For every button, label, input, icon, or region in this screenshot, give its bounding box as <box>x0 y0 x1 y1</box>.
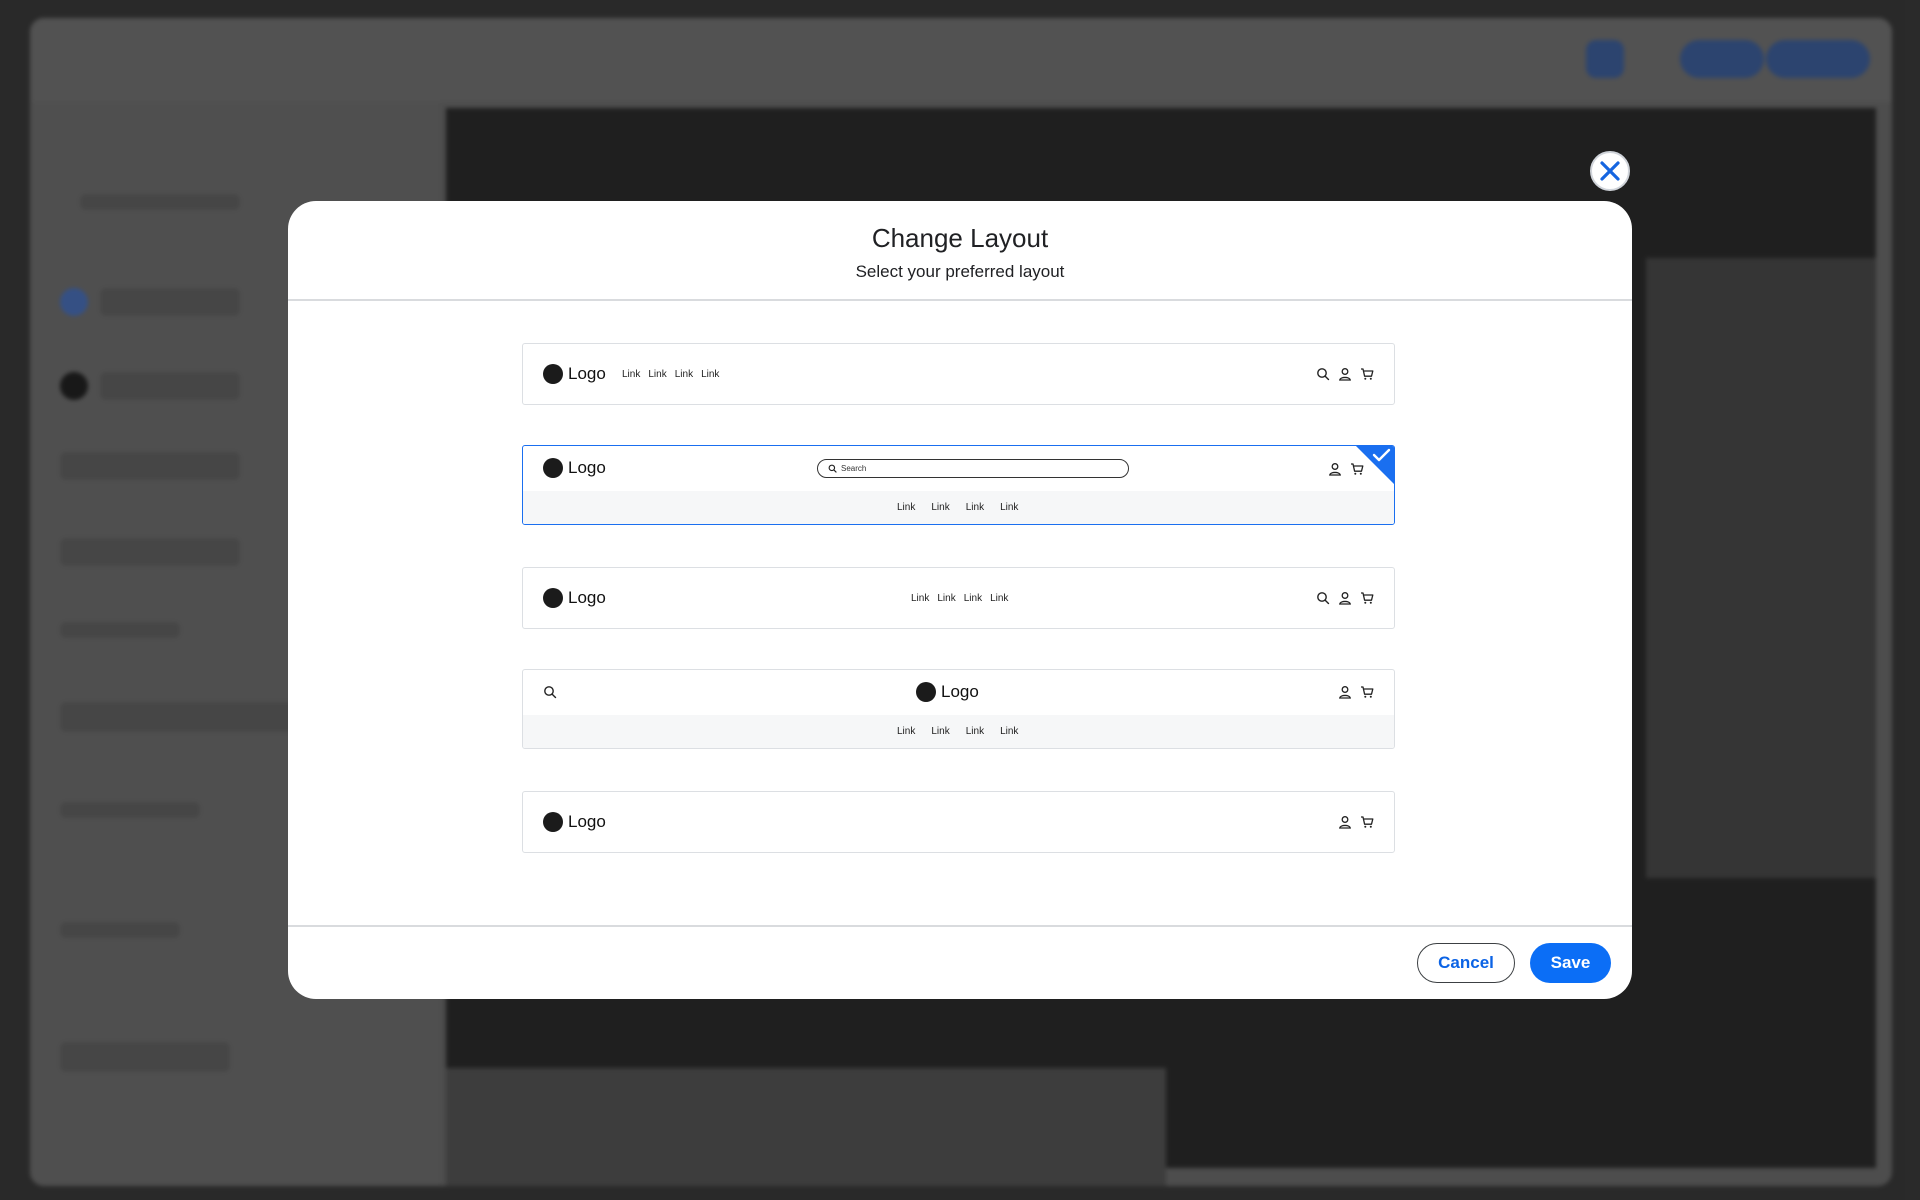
search-icon <box>1316 591 1330 605</box>
layout-option-5[interactable]: Logo <box>522 791 1395 853</box>
nav-links: Link Link Link Link <box>897 502 1018 513</box>
logo: Logo <box>543 588 606 608</box>
logo-mark-icon <box>543 364 563 384</box>
search-icon <box>1316 367 1330 381</box>
nav-link: Link <box>965 502 985 513</box>
nav-link: Link <box>897 726 916 737</box>
search-icon <box>828 464 837 473</box>
change-layout-modal: Change Layout Select your preferred layo… <box>288 201 1632 999</box>
nav-link: Link <box>963 593 983 604</box>
logo-mark-icon <box>543 588 563 608</box>
header-left-icons <box>543 685 557 699</box>
logo: Logo <box>543 364 606 384</box>
nav-links: Link Link Link Link <box>911 593 1008 604</box>
header-icons <box>1316 591 1374 605</box>
logo-mark-icon <box>916 682 936 702</box>
nav-link: Link <box>1000 726 1019 737</box>
modal-subtitle: Select your preferred layout <box>855 262 1065 281</box>
search-field: Search <box>817 459 1129 478</box>
nav-link: Link <box>1000 502 1019 513</box>
layout-option-2[interactable]: Logo Search Link Link Link Link <box>522 445 1395 525</box>
nav-link: Link <box>990 593 1009 604</box>
nav-link: Link <box>937 593 956 604</box>
user-icon <box>1338 367 1352 381</box>
search-placeholder: Search <box>841 464 867 473</box>
logo: Logo <box>543 458 606 478</box>
nav-link: Link <box>931 726 950 737</box>
nav-link: Link <box>648 369 667 380</box>
modal-title: Change Layout <box>871 223 1049 253</box>
cancel-button[interactable]: Cancel <box>1417 943 1515 983</box>
user-icon <box>1338 685 1352 699</box>
header-icons <box>1338 685 1374 699</box>
nav-link: Link <box>674 369 694 380</box>
layout-options: Logo Link Link Link Link Logo Search Lin… <box>288 301 1632 927</box>
modal-footer: Cancel Save <box>288 927 1632 999</box>
selected-check-icon <box>1356 446 1394 484</box>
modal-header: Change Layout Select your preferred layo… <box>288 201 1632 301</box>
user-icon <box>1338 815 1352 829</box>
cart-icon <box>1360 591 1374 605</box>
close-button[interactable] <box>1590 151 1630 191</box>
layout-option-1[interactable]: Logo Link Link Link Link <box>522 343 1395 405</box>
header-icons <box>1338 815 1374 829</box>
search-icon <box>543 685 557 699</box>
user-icon <box>1328 462 1342 476</box>
cart-icon <box>1360 815 1374 829</box>
nav-link: Link <box>911 593 930 604</box>
logo-mark-icon <box>543 812 563 832</box>
nav-link: Link <box>622 369 641 380</box>
user-icon <box>1338 591 1352 605</box>
nav-link: Link <box>931 502 950 513</box>
nav-links: Link Link Link Link <box>622 369 719 380</box>
cart-icon <box>1360 367 1374 381</box>
logo: Logo <box>916 682 979 702</box>
save-button[interactable]: Save <box>1530 943 1611 983</box>
nav-link: Link <box>897 502 916 513</box>
header-icons <box>1316 367 1374 381</box>
logo: Logo <box>543 812 606 832</box>
layout-option-3[interactable]: Logo Link Link Link Link <box>522 567 1395 629</box>
cart-icon <box>1360 685 1374 699</box>
logo-mark-icon <box>543 458 563 478</box>
nav-link: Link <box>965 726 985 737</box>
nav-links: Link Link Link Link <box>897 726 1018 737</box>
nav-link: Link <box>701 369 720 380</box>
layout-option-4[interactable]: Logo Link Link Link Link <box>522 669 1395 749</box>
close-icon <box>1600 161 1620 181</box>
